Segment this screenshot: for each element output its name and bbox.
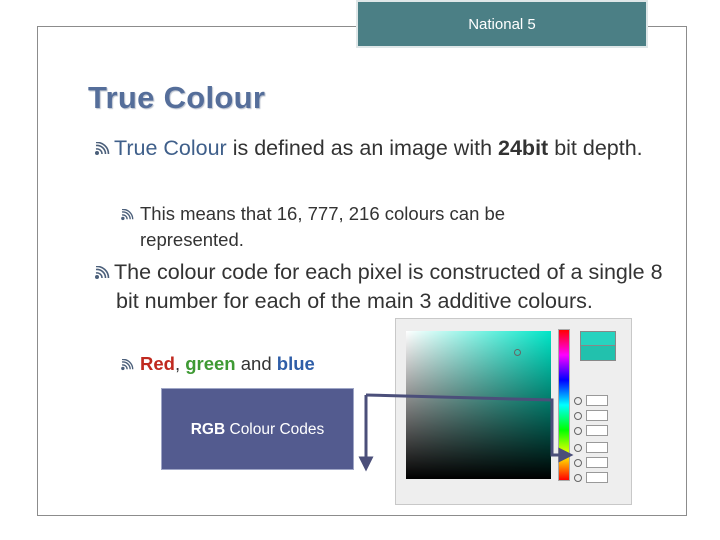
pointer-arrows [358, 393, 574, 472]
arrow-to-fields [365, 393, 574, 463]
